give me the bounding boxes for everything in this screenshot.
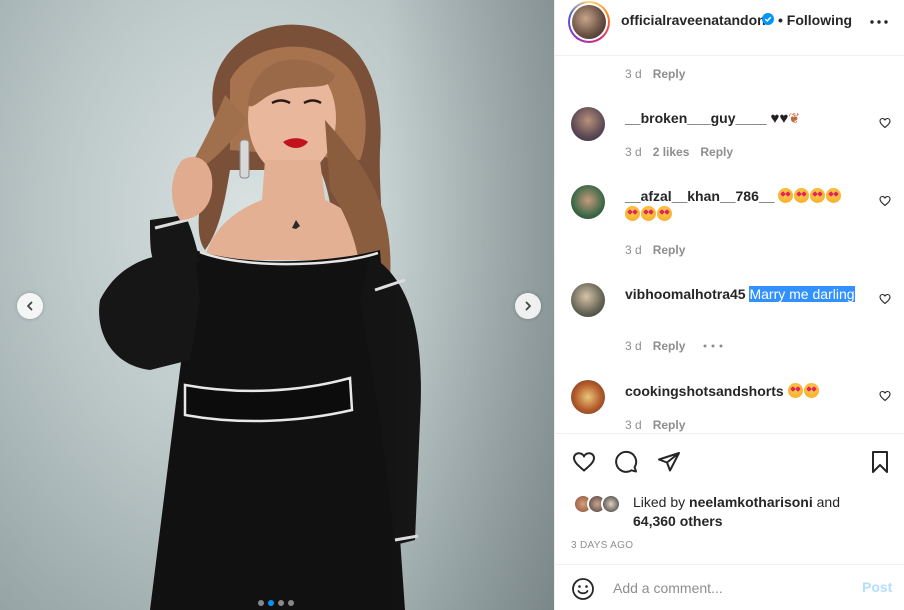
comment-time: 3 d (625, 243, 642, 257)
post-media[interactable] (0, 0, 554, 610)
reply-button[interactable]: Reply (653, 67, 686, 81)
star-struck-emoji (794, 188, 810, 203)
commenter-avatar[interactable] (571, 107, 605, 141)
likes-count-link[interactable]: 64,360 others (633, 513, 723, 529)
comment-text: __afzal__khan__786__ (625, 187, 865, 223)
chevron-right-icon (525, 301, 531, 311)
carousel-dot (268, 600, 274, 606)
comment-options-icon[interactable] (702, 343, 724, 349)
carousel-prev-button[interactable] (17, 293, 43, 319)
comment-text: cookingshotsandshorts (625, 382, 865, 400)
comment-time: 3 d (625, 339, 642, 353)
like-comment-heart-icon[interactable] (879, 117, 891, 129)
star-struck-emoji (826, 188, 842, 203)
share-paper-plane-icon[interactable] (656, 450, 682, 474)
comment-composer: Post (555, 564, 904, 610)
commenter-username[interactable]: __broken___guy____ (625, 110, 767, 126)
post-timestamp[interactable]: 3 DAYS AGO (571, 540, 633, 551)
carousel-indicator (258, 600, 294, 606)
carousel-next-button[interactable] (515, 293, 541, 319)
black-heart-emoji: ♥ (770, 110, 780, 127)
butterfly-emoji: ❦ (788, 110, 801, 126)
commenter-avatar[interactable] (571, 283, 605, 317)
reply-button[interactable]: Reply (653, 339, 686, 353)
liked-by-text: Liked by neelamkotharisoni and 64,360 ot… (633, 493, 883, 531)
comment-time: 3 d (625, 145, 642, 159)
save-bookmark-icon[interactable] (869, 450, 891, 474)
commenter-username[interactable]: cookingshotsandshorts (625, 383, 784, 399)
star-struck-emoji (625, 206, 640, 221)
like-comment-heart-icon[interactable] (879, 293, 891, 305)
black-heart-emoji: ♥ (779, 110, 789, 127)
star-struck-emoji (778, 188, 794, 203)
emoji-picker-icon[interactable] (571, 577, 595, 601)
more-options-icon[interactable] (869, 14, 889, 30)
comment-time: 3 d (625, 67, 642, 81)
star-struck-emoji (641, 206, 656, 221)
following-button[interactable]: • Following (778, 12, 852, 28)
comment-time: 3 d (625, 418, 642, 432)
liked-by-prefix: Liked by (633, 494, 686, 510)
commenter-avatar[interactable] (571, 380, 605, 414)
comment-likes-count[interactable]: 2 likes (653, 145, 690, 159)
media-vignette (0, 0, 554, 610)
star-struck-emoji (810, 188, 826, 203)
like-heart-icon[interactable] (571, 450, 597, 474)
post-actions: Liked by neelamkotharisoni and 64,360 ot… (555, 433, 904, 610)
chevron-left-icon (27, 301, 33, 311)
commenter-username[interactable]: __afzal__khan__786__ (625, 188, 774, 204)
reply-button[interactable]: Reply (653, 418, 686, 432)
comment-meta: 3 d 2 likes Reply (625, 145, 733, 159)
add-comment-input[interactable] (613, 577, 843, 599)
carousel-dot (278, 600, 284, 606)
comment-body-selected: Marry me darling (749, 286, 855, 302)
comment-text: __broken___guy____ ♥♥❦ (625, 109, 865, 128)
post-comment-button[interactable]: Post (862, 579, 892, 595)
liked-by-user-link[interactable]: neelamkotharisoni (689, 494, 813, 510)
author-avatar[interactable] (568, 1, 610, 43)
star-struck-emoji (787, 383, 803, 398)
comment-bubble-icon[interactable] (613, 450, 639, 474)
commenter-username[interactable]: vibhoomalhotra45 (625, 286, 746, 302)
comments-list[interactable]: 3 d Reply __broken___guy____ ♥♥❦ 3 d 2 l… (555, 57, 904, 433)
reply-button[interactable]: Reply (700, 145, 733, 159)
star-struck-emoji (657, 206, 672, 221)
comment-meta: 3 d Reply (625, 67, 685, 81)
post-header: officialraveenatandon • Following (555, 0, 904, 56)
comment-meta: 3 d Reply (625, 418, 685, 432)
reply-button[interactable]: Reply (653, 243, 686, 257)
like-comment-heart-icon[interactable] (879, 195, 891, 207)
star-struck-emoji (803, 383, 819, 398)
comment-text: vibhoomalhotra45 Marry me darling (625, 285, 865, 303)
carousel-dot (288, 600, 294, 606)
like-comment-heart-icon[interactable] (879, 390, 891, 402)
commenter-avatar[interactable] (571, 185, 605, 219)
verified-badge-icon (762, 13, 774, 25)
liked-by-avatars[interactable] (573, 494, 633, 516)
carousel-dot (258, 600, 264, 606)
liked-by-joiner: and (816, 494, 840, 510)
comment-meta: 3 d Reply (625, 339, 724, 353)
post-side-panel: officialraveenatandon • Following 3 d Re… (554, 0, 904, 610)
comment-meta: 3 d Reply (625, 243, 685, 257)
author-username[interactable]: officialraveenatandon (621, 12, 766, 28)
